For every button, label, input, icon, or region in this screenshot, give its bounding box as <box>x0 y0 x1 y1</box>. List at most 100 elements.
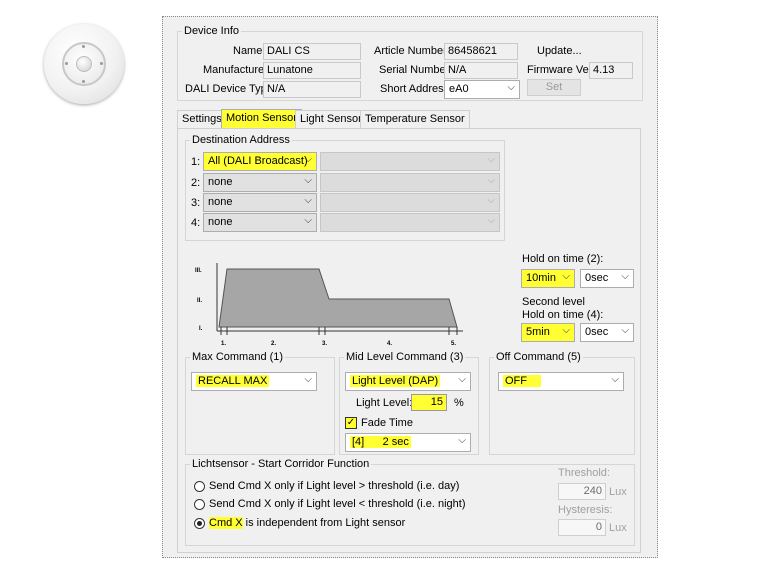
dest-row-4-value: none <box>208 216 233 228</box>
tab-motion-sensor[interactable]: Motion Sensor <box>221 109 302 129</box>
short-address-label: Short Address <box>380 83 450 95</box>
dest-row-3-number: 3: <box>191 197 201 209</box>
dest-row-4-number: 4: <box>191 217 201 229</box>
name-field: DALI CS <box>263 43 361 60</box>
name-label: Name <box>233 45 263 57</box>
dest-row-4-select[interactable]: none ⌵ <box>203 213 317 232</box>
article-number-field: 86458621 <box>444 43 518 60</box>
fade-time-label: Fade Time <box>361 417 413 429</box>
serial-number-field: N/A <box>444 62 518 79</box>
set-button[interactable]: Set <box>527 79 581 96</box>
update-button[interactable]: Update... <box>537 45 582 57</box>
dest-row-4-device-select[interactable]: ⌵ <box>320 213 500 232</box>
chevron-down-icon: ⌵ <box>562 325 570 336</box>
device-dialog: Device Info Name DALI CS Manufacturer Lu… <box>162 16 658 558</box>
dest-row-3-device-select[interactable]: ⌵ <box>320 193 500 212</box>
dest-row-2-device-select[interactable]: ⌵ <box>320 173 500 192</box>
article-number-label: Article Number <box>374 45 447 57</box>
chevron-down-icon: ⌵ <box>304 154 312 165</box>
diagram-level-label: III. <box>195 268 202 274</box>
hold-on-time-label: Hold on time (2): <box>522 253 604 265</box>
diagram-level-label: I. <box>199 326 203 332</box>
dest-row-2-select[interactable]: none ⌵ <box>203 173 317 192</box>
threshold-input[interactable]: 240 <box>558 483 606 500</box>
off-command-group: Off Command (5) <box>489 351 635 455</box>
hold-on-minutes-value: 10min <box>526 272 556 284</box>
device-info-legend: Device Info <box>184 25 240 37</box>
light-above-threshold-label: Send Cmd X only if Light level > thresho… <box>209 480 460 492</box>
fade-time-checkbox[interactable]: ✓ <box>345 417 357 429</box>
threshold-unit: Lux <box>609 486 627 498</box>
mid-level-command-value: Light Level (DAP) <box>350 375 441 387</box>
sensor-dot <box>82 80 85 83</box>
light-above-threshold-radio[interactable] <box>194 481 205 492</box>
off-command-select[interactable]: OFF ⌵ <box>498 372 624 391</box>
chevron-down-icon: ⌵ <box>621 325 629 336</box>
short-address-select[interactable]: eA0 ⌵ <box>444 80 520 99</box>
chevron-down-icon: ⌵ <box>621 271 629 282</box>
hold-on-seconds-select[interactable]: 0sec ⌵ <box>580 269 634 288</box>
short-address-value: eA0 <box>449 83 469 95</box>
tab-settings[interactable]: Settings <box>177 110 227 128</box>
light-below-threshold-label: Send Cmd X only if Light level < thresho… <box>209 498 466 510</box>
diagram-level-area <box>218 268 458 328</box>
chevron-down-icon: ⌵ <box>304 175 312 186</box>
second-hold-minutes-select[interactable]: 5min ⌵ <box>521 323 575 342</box>
independent-label: Cmd X is independent from Light sensor <box>209 517 405 529</box>
device-type-label: DALI Device Type <box>185 83 273 95</box>
timing-diagram: III. II. I. 1. 2. 3. 4. 5. <box>195 263 463 347</box>
diagram-step-label: 1. <box>221 341 226 347</box>
dest-row-1-select[interactable]: All (DALI Broadcast) ⌵ <box>203 152 317 171</box>
chevron-down-icon: ⌵ <box>458 374 466 385</box>
sensor-lens <box>76 56 92 72</box>
fade-time-value: [4] 2 sec <box>350 436 411 448</box>
light-below-threshold-radio[interactable] <box>194 499 205 510</box>
second-hold-seconds-value: 0sec <box>585 326 609 338</box>
tab-light-sensor[interactable]: Light Sensor <box>295 110 367 128</box>
dest-row-2-value: none <box>208 176 233 188</box>
manufacturer-label: Manufacturer <box>203 64 268 76</box>
max-command-value: RECALL MAX <box>196 375 270 387</box>
dest-row-1-value: All (DALI Broadcast) <box>208 155 308 167</box>
independent-label-rest: is independent from Light sensor <box>242 517 406 529</box>
device-type-field: N/A <box>263 81 361 98</box>
max-command-legend: Max Command (1) <box>192 351 284 363</box>
diagram-step-label: 5. <box>451 341 456 347</box>
light-level-unit: % <box>454 397 464 409</box>
chevron-down-icon: ⌵ <box>562 271 570 282</box>
fade-time-select[interactable]: [4] 2 sec ⌵ <box>345 433 471 452</box>
dest-row-2-number: 2: <box>191 177 201 189</box>
dest-row-1-device-select[interactable]: ⌵ <box>320 152 500 171</box>
lichtsensor-legend: Lichtsensor - Start Corridor Function <box>192 458 370 470</box>
chevron-down-icon: ⌵ <box>611 374 619 385</box>
destination-legend: Destination Address <box>192 134 290 146</box>
dest-row-3-value: none <box>208 196 233 208</box>
serial-number-label: Serial Number <box>379 64 450 76</box>
diagram-step-label: 2. <box>271 341 276 347</box>
manufacturer-field: Lunatone <box>263 62 361 79</box>
sensor-dot <box>65 62 68 65</box>
max-command-select[interactable]: RECALL MAX ⌵ <box>191 372 317 391</box>
dest-row-1-number: 1: <box>191 156 201 168</box>
dest-row-3-select[interactable]: none ⌵ <box>203 193 317 212</box>
independent-radio[interactable] <box>194 518 205 529</box>
chevron-down-icon: ⌵ <box>458 435 466 446</box>
cmd-x-highlight: Cmd X <box>209 517 243 529</box>
chevron-down-icon: ⌵ <box>487 175 495 186</box>
light-level-input[interactable]: 15 <box>411 394 447 411</box>
second-level-label: Second level <box>522 296 585 308</box>
mid-level-command-select[interactable]: Light Level (DAP) ⌵ <box>345 372 471 391</box>
second-hold-minutes-value: 5min <box>526 326 550 338</box>
max-command-group: Max Command (1) <box>185 351 335 455</box>
light-level-label: Light Level: <box>356 397 413 409</box>
second-hold-seconds-select[interactable]: 0sec ⌵ <box>580 323 634 342</box>
second-hold-on-time-label: Hold on time (4): <box>522 309 604 321</box>
mid-level-legend: Mid Level Command (3) <box>346 351 464 363</box>
sensor-device-image <box>44 24 124 104</box>
diagram-step-label: 4. <box>387 341 392 347</box>
tab-temperature-sensor[interactable]: Temperature Sensor <box>360 110 470 128</box>
off-command-value: OFF <box>503 375 541 387</box>
hold-on-minutes-select[interactable]: 10min ⌵ <box>521 269 575 288</box>
sensor-dot <box>100 62 103 65</box>
hysteresis-input[interactable]: 0 <box>558 519 606 536</box>
